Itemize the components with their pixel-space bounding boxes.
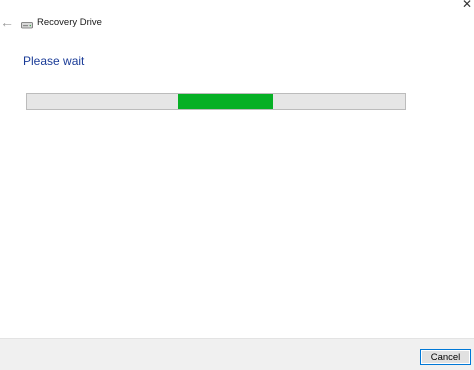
- footer-bar: Cancel: [0, 338, 474, 370]
- recovery-drive-window: ← Recovery Drive ✕ Please wait Cancel: [0, 0, 474, 370]
- back-arrow-icon[interactable]: ←: [0, 14, 14, 30]
- progress-bar-fill: [178, 94, 273, 109]
- title-bar: ← Recovery Drive ✕: [0, 0, 474, 40]
- cancel-button[interactable]: Cancel: [420, 349, 471, 365]
- page-heading: Please wait: [23, 54, 85, 68]
- progress-bar: [26, 93, 406, 110]
- drive-icon: [21, 22, 33, 29]
- window-title: Recovery Drive: [37, 17, 102, 28]
- close-icon[interactable]: ✕: [460, 0, 474, 10]
